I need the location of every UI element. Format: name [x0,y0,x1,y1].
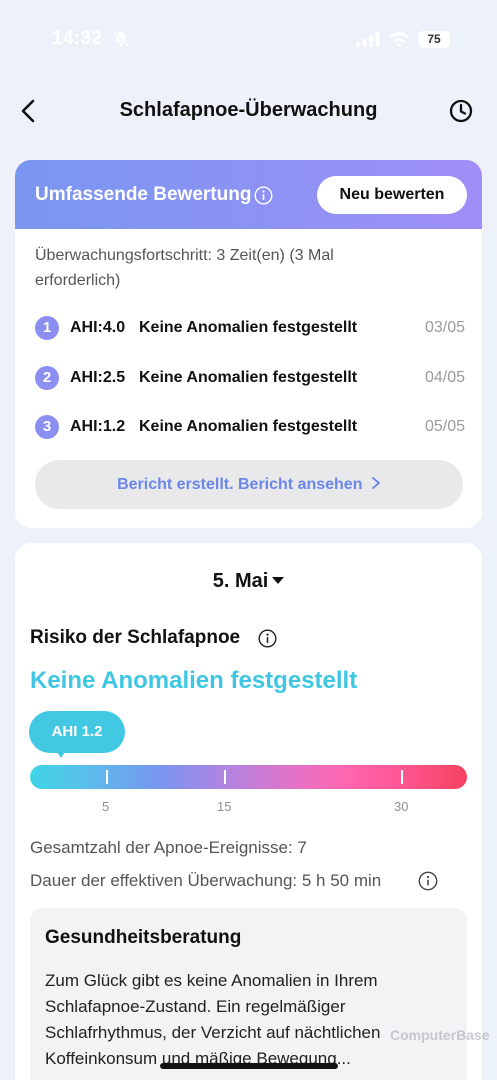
health-advice-box: Gesundheitsberatung Zum Glück gibt es ke… [30,908,467,1080]
monitoring-progress: Überwachungsfortschritt: 3 Zeit(en) (3 M… [35,247,334,289]
caret-down-icon [272,577,285,584]
risk-result: Keine Anomalien festgestellt [30,667,358,694]
daily-detail-card: 5. Mai Risiko der Schlafapnoe Keine Anom… [15,543,482,1080]
record-number-badge: 2 [35,366,59,390]
record-number-badge: 1 [35,316,59,340]
ahi-result: Keine Anomalien festgestellt [139,369,358,386]
info-icon[interactable] [254,186,273,205]
date-selector[interactable]: 5. Mai [15,570,482,593]
history-clock-icon[interactable] [448,98,474,124]
ahi-record-row: 3 AHI:1.2 Keine Anomalien festgestellt 0… [35,415,465,441]
chevron-right-icon [372,477,380,489]
page-title: Schlafapnoe-Überwachung [119,99,378,121]
advice-text: Zum Glück gibt es keine Anomalien in Ihr… [45,971,381,1068]
record-date: 05/05 [424,418,465,435]
wifi-icon [389,32,409,48]
assessment-header: Umfassende Bewertung Neu bewerten [15,160,482,229]
ahi-value: AHI:4.0 [70,319,126,336]
record-number-badge: 3 [35,415,59,439]
selected-date: 5. Mai [212,570,269,592]
view-report-button[interactable]: Bericht erstellt. Bericht ansehen [35,460,463,509]
ahi-result: Keine Anomalien festgestellt [139,319,358,336]
ahi-value: AHI:1.2 [70,418,126,435]
scale-tick-label: 30 [394,799,409,814]
reevaluate-button[interactable]: Neu bewerten [317,176,467,214]
scale-tick [224,770,226,784]
info-icon[interactable] [418,871,438,891]
assessment-title: Umfassende Bewertung [35,184,252,205]
scale-tick [106,770,108,784]
watermark: ComputerBase [390,1027,490,1043]
info-icon[interactable] [258,629,277,648]
scale-tick-label: 15 [217,799,232,814]
apnea-events-count: Gesamtzahl der Apnoe-Ereignisse: 7 [30,838,307,857]
battery-indicator: 75 [418,31,450,48]
ahi-bubble: AHI 1.2 [29,711,125,753]
risk-title: Risiko der Schlafapnoe [30,627,241,648]
advice-title: Gesundheitsberatung [45,927,242,948]
record-date: 04/05 [424,369,465,386]
cellular-signal-icon [356,32,380,47]
scale-tick-label: 5 [102,799,110,814]
view-report-label: Bericht erstellt. Bericht ansehen [117,476,363,493]
scale-tick [401,770,403,784]
home-indicator[interactable] [160,1063,338,1069]
record-date: 03/05 [424,319,465,336]
monitoring-duration: Dauer der effektiven Überwachung: 5 h 50… [30,871,382,890]
ahi-record-row: 1 AHI:4.0 Keine Anomalien festgestellt 0… [35,316,465,342]
ahi-record-row: 2 AHI:2.5 Keine Anomalien festgestellt 0… [35,366,465,392]
assessment-card: Umfassende Bewertung Neu bewerten Überwa… [15,160,482,528]
status-time: 14:32 [52,28,103,49]
ahi-bubble-pointer [55,749,67,758]
ahi-result: Keine Anomalien festgestellt [139,418,358,435]
ahi-value: AHI:2.5 [70,369,126,386]
silent-bell-icon [113,31,129,47]
